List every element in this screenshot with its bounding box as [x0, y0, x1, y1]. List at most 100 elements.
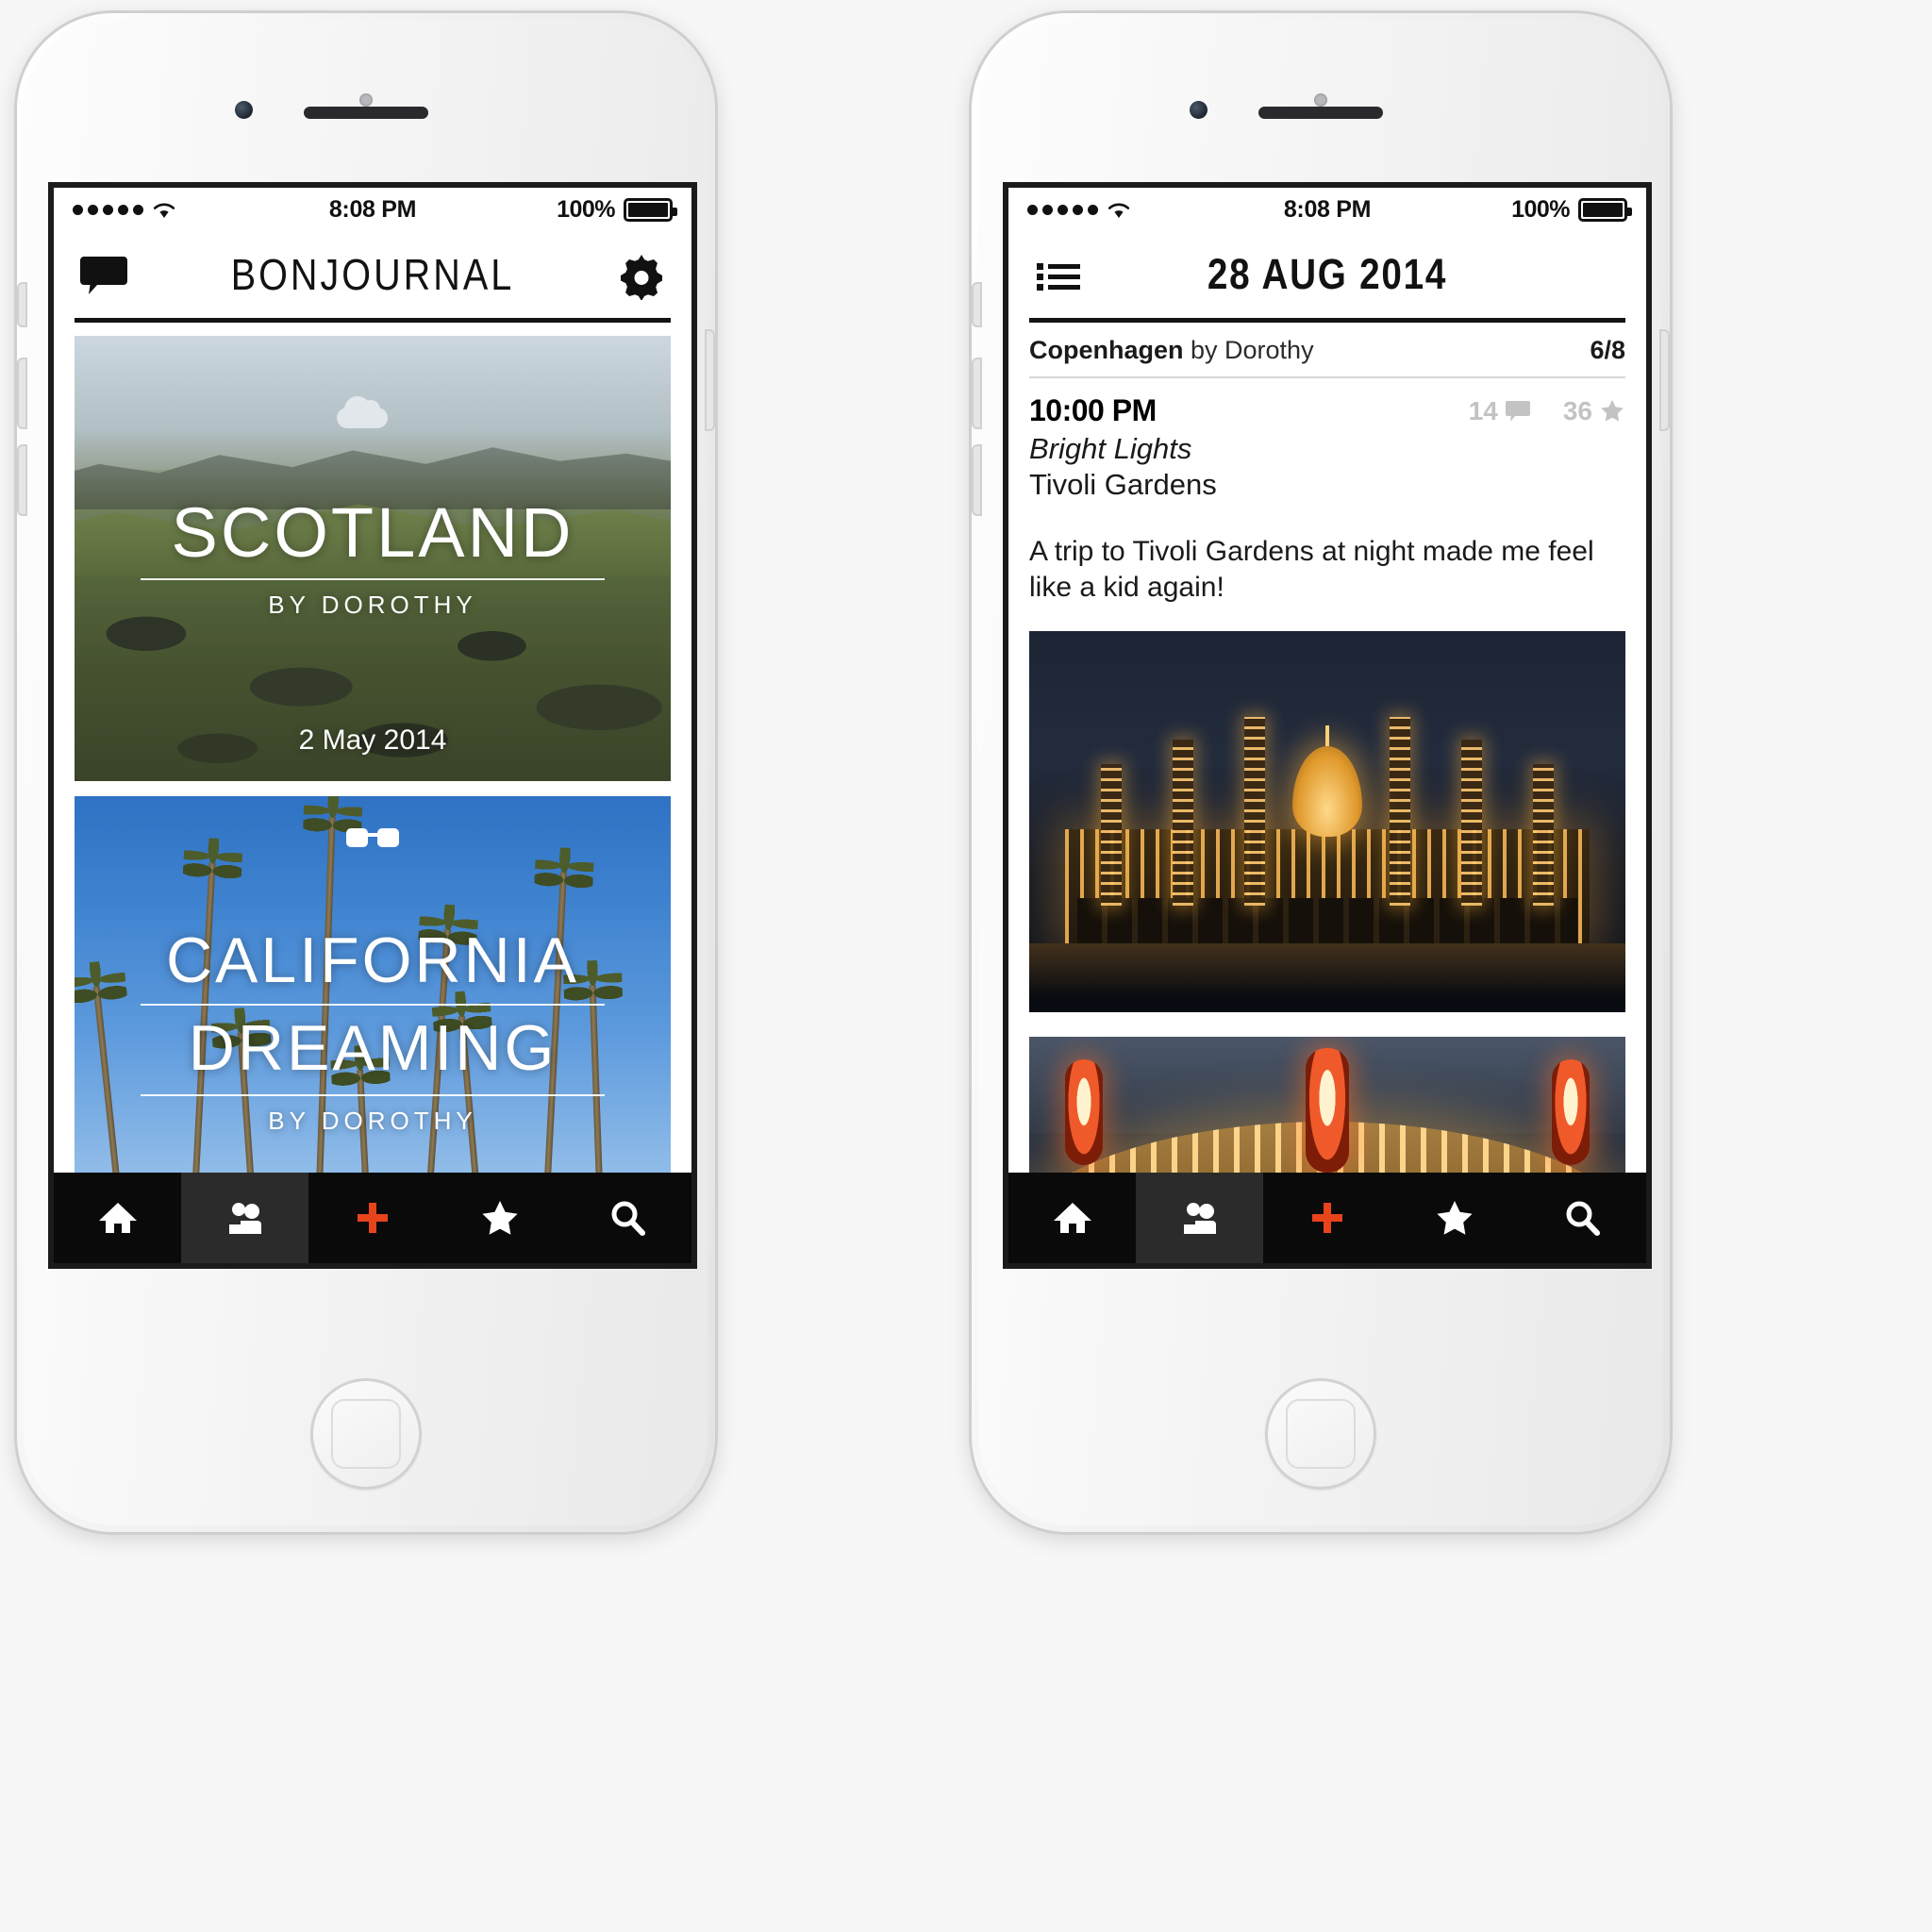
- journal-entry: Copenhagen by Dorothy 6/8 10:00 PM 14 36…: [1008, 323, 1646, 1263]
- battery-full-icon: [1578, 197, 1633, 222]
- proximity-sensor-icon: [1314, 93, 1327, 107]
- tab-add[interactable]: [308, 1173, 436, 1263]
- status-time: 8:08 PM: [1283, 195, 1372, 223]
- screen-right: 8:08 PM 100% 28 AUG 2014 Copenhagen by D…: [1003, 182, 1652, 1269]
- nav-bar-left: BONJOURNAL: [54, 231, 691, 318]
- card-overlay: SCOTLAND BY DOROTHY: [75, 336, 671, 781]
- tab-home[interactable]: [1008, 1173, 1136, 1263]
- title-underline-2: [140, 1094, 606, 1097]
- phone-body: 8:08 PM 100% BONJOURNAL SCOTLAND BY DORO…: [19, 20, 713, 1525]
- earpiece-speaker: [1258, 107, 1383, 119]
- tab-add[interactable]: [1263, 1173, 1391, 1263]
- entry-header: 10:00 PM 14 36: [1029, 378, 1625, 428]
- tab-starred[interactable]: [1391, 1173, 1519, 1263]
- card-byline: BY DOROTHY: [268, 1107, 477, 1136]
- screen-left: 8:08 PM 100% BONJOURNAL SCOTLAND BY DORO…: [48, 182, 697, 1269]
- power-button[interactable]: [707, 331, 713, 429]
- nav-divider: [75, 318, 671, 323]
- star-icon: [1601, 399, 1624, 421]
- plus-icon: [358, 1203, 388, 1233]
- card-title: SCOTLAND: [171, 492, 575, 572]
- signal-strength-icon: [73, 204, 143, 215]
- entry-meta: Copenhagen by Dorothy 6/8: [1029, 323, 1625, 376]
- tab-search[interactable]: [1519, 1173, 1646, 1263]
- card-byline: BY DOROTHY: [268, 591, 477, 620]
- home-icon: [98, 1203, 137, 1233]
- comment-count[interactable]: 14: [1469, 396, 1531, 426]
- home-button[interactable]: [1265, 1378, 1376, 1490]
- volume-up-button[interactable]: [19, 359, 25, 427]
- status-bar: 8:08 PM 100%: [1008, 188, 1646, 231]
- signal-strength-icon: [1027, 204, 1098, 215]
- earpiece-speaker: [304, 107, 428, 119]
- home-icon: [1053, 1203, 1091, 1233]
- tab-bar: [54, 1173, 691, 1263]
- volume-up-button[interactable]: [974, 359, 980, 427]
- phone-right: 8:08 PM 100% 28 AUG 2014 Copenhagen by D…: [972, 13, 1670, 1532]
- people-icon: [1183, 1203, 1216, 1234]
- star-icon: [482, 1201, 518, 1235]
- card-date: 2 May 2014: [298, 724, 447, 756]
- entry-author: by Dorothy: [1183, 336, 1314, 364]
- nav-bar-right: 28 AUG 2014: [1008, 231, 1646, 318]
- journal-card-scotland[interactable]: SCOTLAND BY DOROTHY 2 May 2014: [75, 336, 671, 781]
- tab-friends[interactable]: [181, 1173, 309, 1263]
- status-bar-left: [73, 200, 329, 219]
- entry-attribution: Copenhagen by Dorothy: [1029, 336, 1314, 365]
- front-camera-icon: [235, 101, 253, 119]
- list-menu-icon[interactable]: [1033, 249, 1084, 300]
- page-title-date: 28 AUG 2014: [1207, 250, 1448, 298]
- volume-down-button[interactable]: [974, 446, 980, 514]
- entry-stats: 14 36: [1469, 396, 1625, 426]
- tab-starred[interactable]: [437, 1173, 564, 1263]
- gear-icon[interactable]: [616, 249, 667, 300]
- title-underline: [140, 578, 606, 581]
- title-underline: [140, 1004, 606, 1006]
- star-count-value: 36: [1562, 395, 1592, 425]
- tab-friends[interactable]: [1136, 1173, 1264, 1263]
- wifi-icon: [1108, 203, 1130, 218]
- volume-down-button[interactable]: [19, 446, 25, 514]
- card-title-line1: CALIFORNIA: [165, 924, 580, 996]
- power-button[interactable]: [1661, 331, 1668, 429]
- mute-switch[interactable]: [974, 284, 980, 325]
- entry-location: Tivoli Gardens: [1029, 468, 1217, 501]
- star-count[interactable]: 36: [1563, 396, 1625, 426]
- status-time: 8:08 PM: [328, 195, 417, 223]
- journal-feed: SCOTLAND BY DOROTHY 2 May 2014 CALIFORNI…: [54, 336, 691, 1263]
- comment-bubble-icon: [1505, 400, 1530, 422]
- wifi-icon: [153, 203, 175, 218]
- status-bar-right: 100%: [1371, 195, 1633, 224]
- home-button[interactable]: [310, 1378, 422, 1490]
- chat-bubble-icon[interactable]: [78, 249, 129, 300]
- entry-body-text: A trip to Tivoli Gardens at night made m…: [1029, 536, 1594, 604]
- phone-left: 8:08 PM 100% BONJOURNAL SCOTLAND BY DORO…: [17, 13, 715, 1532]
- tab-bar: [1008, 1173, 1646, 1263]
- people-icon: [228, 1203, 261, 1234]
- entry-subtitle: Bright Lights: [1029, 432, 1192, 465]
- screenshot-stage: 8:08 PM 100% BONJOURNAL SCOTLAND BY DORO…: [0, 0, 1932, 1932]
- proximity-sensor-icon: [359, 93, 373, 107]
- plus-icon: [1312, 1203, 1342, 1233]
- entry-photo-1[interactable]: [1029, 630, 1625, 1012]
- front-camera-icon: [1190, 101, 1208, 119]
- mute-switch[interactable]: [19, 284, 25, 325]
- battery-percent: 100%: [1511, 195, 1571, 223]
- comment-count-value: 14: [1468, 395, 1498, 425]
- entry-time: 10:00 PM: [1029, 393, 1157, 427]
- battery-percent: 100%: [557, 195, 616, 223]
- battery-full-icon: [624, 197, 678, 222]
- card-title-line2: DREAMING: [188, 1012, 558, 1084]
- tab-search[interactable]: [564, 1173, 691, 1263]
- search-icon: [1566, 1201, 1601, 1236]
- tab-home[interactable]: [54, 1173, 181, 1263]
- tivoli-gardens-night-photo: [1029, 630, 1625, 1012]
- star-icon: [1437, 1201, 1473, 1235]
- status-bar: 8:08 PM 100%: [54, 188, 691, 231]
- status-bar-right: 100%: [416, 195, 678, 224]
- search-icon: [611, 1201, 646, 1236]
- entry-page-count: 6/8: [1590, 336, 1625, 364]
- entry-place: Copenhagen: [1029, 336, 1184, 364]
- phone-body: 8:08 PM 100% 28 AUG 2014 Copenhagen by D…: [974, 20, 1668, 1525]
- status-bar-left: [1027, 200, 1284, 219]
